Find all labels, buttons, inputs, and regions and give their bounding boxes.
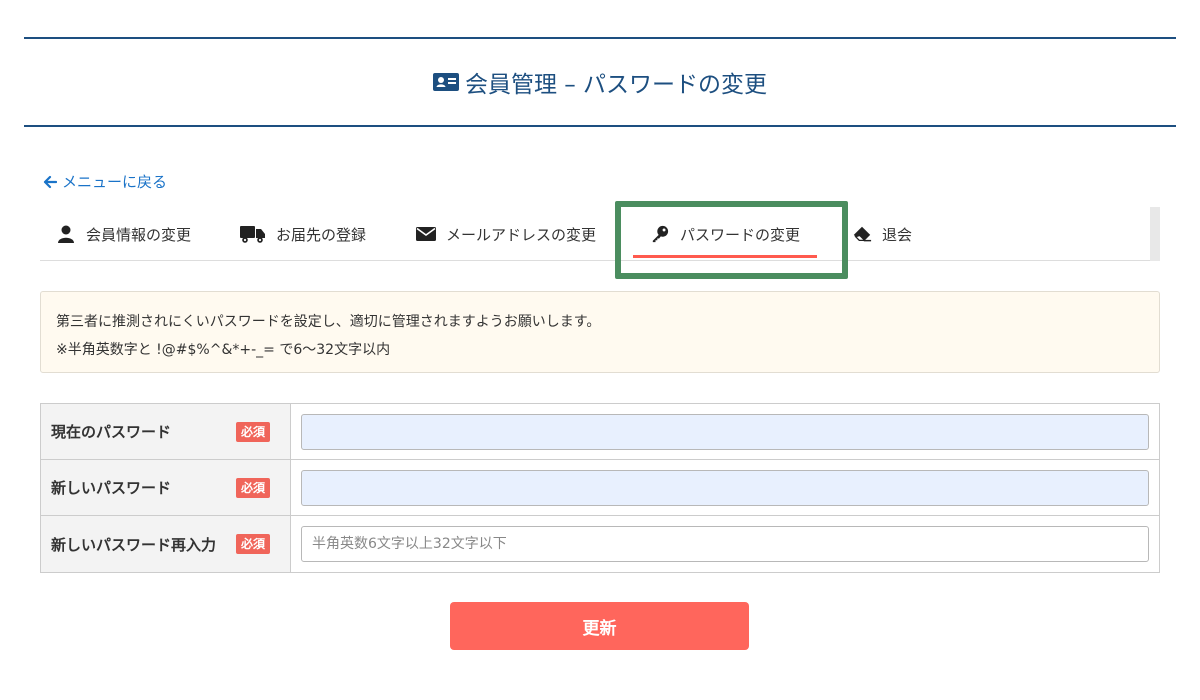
id-card-icon [432, 73, 459, 91]
form-row-confirm-password: 新しいパスワード再入力 必須 [41, 516, 1159, 572]
back-to-menu-link[interactable]: メニューに戻る [43, 171, 167, 192]
tab-email-change[interactable]: メールアドレスの変更 [416, 207, 596, 261]
form-input-cell [291, 404, 1159, 459]
form-row-current-password: 現在のパスワード 必須 [41, 404, 1159, 460]
arrow-left-icon [43, 175, 57, 188]
password-notice: 第三者に推測されにくいパスワードを設定し、適切に管理されますようお願いします。 … [40, 291, 1160, 373]
form-label-cell: 新しいパスワード 必須 [41, 460, 291, 515]
tab-member-info[interactable]: 会員情報の変更 [56, 207, 191, 261]
update-button[interactable]: 更新 [450, 602, 749, 650]
field-label: 新しいパスワード再入力 [51, 535, 217, 554]
truck-icon [240, 226, 265, 243]
eraser-icon [853, 226, 872, 242]
required-badge: 必須 [235, 534, 270, 554]
form-input-cell [291, 460, 1159, 515]
key-icon [652, 225, 669, 243]
form-label-cell: 新しいパスワード再入力 必須 [41, 516, 291, 572]
tab-label: 会員情報の変更 [86, 225, 192, 244]
new-password-input[interactable] [301, 469, 1149, 506]
required-badge: 必須 [235, 421, 270, 442]
page-title-text: 会員管理 – パスワードの変更 [464, 72, 768, 98]
user-icon [58, 225, 74, 243]
notice-line-1: 第三者に推測されにくいパスワードを設定し、適切に管理されますようお願いします。 [56, 314, 601, 330]
tab-label: パスワードの変更 [680, 225, 801, 244]
tab-label: メールアドレスの変更 [446, 225, 597, 244]
tab-withdrawal[interactable]: 退会 [852, 207, 912, 261]
page-header: 会員管理 – パスワードの変更 [24, 37, 1176, 127]
required-badge: 必須 [235, 477, 270, 498]
form-input-cell [291, 516, 1159, 572]
page-title: 会員管理 – パスワードの変更 [432, 65, 768, 99]
field-label: 新しいパスワード [51, 479, 172, 497]
back-link-label: メニューに戻る [62, 173, 168, 191]
notice-line-2: ※半角英数字と !@#$%^&*+-_= で6～32文字以内 [56, 342, 391, 358]
tab-label: お届先の登録 [276, 225, 367, 244]
account-tabs: 会員情報の変更 お届先の登録 メールアドレスの変更 パスワードの変更 退会 [40, 207, 1160, 261]
tab-delivery-address[interactable]: お届先の登録 [240, 207, 366, 261]
tab-label: 退会 [882, 225, 913, 244]
field-label: 現在のパスワード [51, 423, 172, 441]
current-password-input[interactable] [301, 413, 1149, 450]
tab-password-change[interactable]: パスワードの変更 [632, 207, 818, 261]
form-label-cell: 現在のパスワード 必須 [41, 404, 291, 459]
tabs-scrollbar[interactable] [1150, 207, 1160, 261]
confirm-password-input[interactable] [301, 526, 1149, 562]
envelope-icon [416, 227, 436, 241]
password-form: 現在のパスワード 必須 新しいパスワード 必須 新しいパスワード再入力 必須 [40, 403, 1160, 573]
form-row-new-password: 新しいパスワード 必須 [41, 460, 1159, 516]
